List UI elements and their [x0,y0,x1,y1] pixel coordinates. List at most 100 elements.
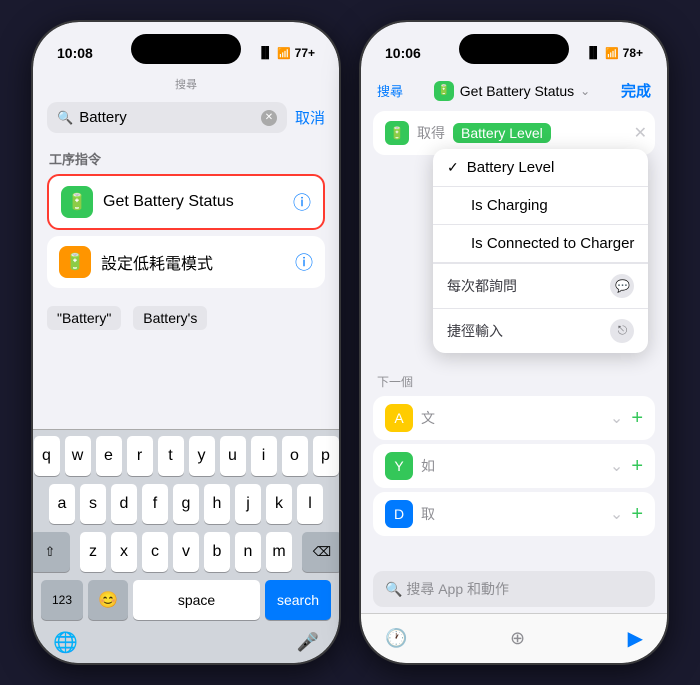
back-nav[interactable]: 搜尋 [377,81,403,100]
dropdown-item-2[interactable]: Is Charging [433,187,648,225]
dynamic-island-left [131,34,241,64]
search-bar-container: 🔍 Battery ✕ 取消 [33,96,339,141]
key-s[interactable]: s [80,484,106,524]
key-u[interactable]: u [220,436,246,476]
bottom-search-placeholder: 🔍 搜尋 App 和動作 [385,579,509,599]
dropdown-ask-each-time[interactable]: 每次都詢問 💬 [433,264,648,309]
key-f[interactable]: f [142,484,168,524]
key-g[interactable]: g [173,484,199,524]
action-icon: 🔋 [385,121,409,145]
key-k[interactable]: k [266,484,292,524]
dropdown-item-3[interactable]: Is Connected to Charger [433,225,648,263]
key-a[interactable]: a [49,484,75,524]
key-x[interactable]: x [111,532,137,572]
next-label: 下一個 [361,365,667,392]
shortcut-item-low-power[interactable]: 🔋 設定低耗電模式 ⓘ [47,236,325,288]
key-b[interactable]: b [204,532,230,572]
key-h[interactable]: h [204,484,230,524]
flow-text-3: 取 [421,504,602,524]
shortcut-icon-lowpower: 🔋 [59,246,91,278]
shortcut-name-2: 設定低耗電模式 [101,250,285,274]
key-shift[interactable]: ⇧ [33,532,70,572]
flow-icon-3: D [385,500,413,528]
keyboard-row-1: q w e r t y u i o p [37,436,335,476]
keyboard-row-3: ⇧ z x c v b n m ⌫ [37,532,335,572]
suggestion-2[interactable]: Battery's [133,306,207,330]
info-icon-1[interactable]: ⓘ [293,189,311,215]
flow-add-1[interactable]: + [631,407,643,430]
search-icon: 🔍 [57,110,73,126]
signal-icon-r: ▐▌ [585,47,601,59]
key-m[interactable]: m [266,532,292,572]
dropdown-item-1[interactable]: ✓ Battery Level [433,149,648,187]
search-clear-button[interactable]: ✕ [261,110,277,126]
bottom-search-bar[interactable]: 🔍 搜尋 App 和動作 [373,571,655,607]
key-p[interactable]: p [313,436,339,476]
key-emoji[interactable]: 😊 [88,580,128,620]
status-icons-left: ▐▌ 📶 77+ [257,46,315,60]
battery-text: 77+ [295,46,315,60]
flow-item-2[interactable]: Y 如 ⌄ + [373,444,655,488]
dropdown-menu: ✓ Battery Level Is Charging Is Connected… [433,149,648,353]
dropdown-label-3: Is Connected to Charger [471,235,634,252]
key-i[interactable]: i [251,436,277,476]
left-screen: 10:08 ▐▌ 📶 77+ 搜尋 🔍 Battery ✕ 取消 工序指令 🔋 [33,22,339,663]
toolbar-plus-icon[interactable]: ⊕ [510,628,525,649]
flow-add-3[interactable]: + [631,503,643,526]
flow-item-3[interactable]: D 取 ⌄ + [373,492,655,536]
suggestions-row: "Battery" Battery's [33,294,339,338]
ask-icon: 💬 [610,274,634,298]
globe-icon[interactable]: 🌐 [53,630,78,655]
action-close-button[interactable]: ✕ [634,123,647,143]
key-space[interactable]: space [133,580,260,620]
shortcuts-header: 搜尋 🔋 Get Battery Status ⌄ 完成 [361,74,667,105]
mic-icon[interactable]: 🎤 [297,632,319,653]
bottom-toolbar: 🕐 ⊕ ▶ [361,613,667,663]
nav-hint-left: 搜尋 [33,74,339,96]
flow-add-2[interactable]: + [631,455,643,478]
action-value-pill[interactable]: Battery Level [453,123,551,143]
cancel-button[interactable]: 取消 [295,107,325,128]
header-chevron[interactable]: ⌄ [580,84,590,98]
search-input-value[interactable]: Battery [79,109,255,126]
key-z[interactable]: z [80,532,106,572]
key-e[interactable]: e [96,436,122,476]
key-d[interactable]: d [111,484,137,524]
key-y[interactable]: y [189,436,215,476]
done-button[interactable]: 完成 [621,80,651,101]
key-numbers[interactable]: 123 [41,580,83,620]
header-title-group: 🔋 Get Battery Status ⌄ [434,81,590,101]
key-v[interactable]: v [173,532,199,572]
time-right: 10:06 [385,45,421,61]
key-search[interactable]: search [265,580,331,620]
key-j[interactable]: j [235,484,261,524]
flow-item-1[interactable]: A 文 ⌄ + [373,396,655,440]
key-n[interactable]: n [235,532,261,572]
flow-icon-2: Y [385,452,413,480]
key-c[interactable]: c [142,532,168,572]
battery-text-r: 78+ [623,46,643,60]
key-o[interactable]: o [282,436,308,476]
dropdown-label-1: Battery Level [467,159,555,176]
info-icon-2[interactable]: ⓘ [295,249,313,275]
flow-expand-2[interactable]: ⌄ [610,456,623,476]
header-app-icon: 🔋 [434,81,454,101]
flow-expand-1[interactable]: ⌄ [610,408,623,428]
key-t[interactable]: t [158,436,184,476]
toolbar-clock-icon[interactable]: 🕐 [385,628,407,649]
key-q[interactable]: q [34,436,60,476]
key-w[interactable]: w [65,436,91,476]
shortcut-input-label: 捷徑輸入 [447,321,503,341]
flow-text-1: 文 [421,408,602,428]
flow-text-2: 如 [421,456,602,476]
toolbar-play-icon[interactable]: ▶ [628,626,643,651]
key-l[interactable]: l [297,484,323,524]
dropdown-shortcut-input[interactable]: 捷徑輸入 ⎋ [433,309,648,353]
battery-emoji: 🔋 [67,192,87,212]
shortcut-item-get-battery[interactable]: 🔋 Get Battery Status ⓘ [47,174,325,230]
search-bar[interactable]: 🔍 Battery ✕ [47,102,287,133]
key-r[interactable]: r [127,436,153,476]
suggestion-1[interactable]: "Battery" [47,306,121,330]
key-delete[interactable]: ⌫ [302,532,339,572]
flow-expand-3[interactable]: ⌄ [610,504,623,524]
